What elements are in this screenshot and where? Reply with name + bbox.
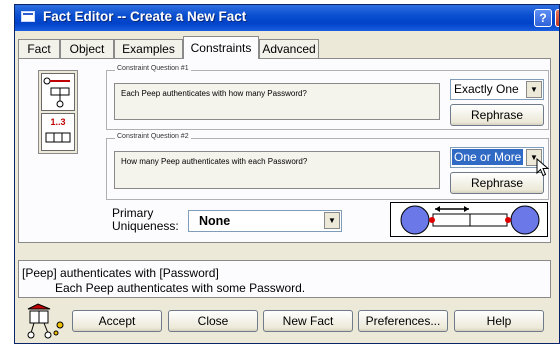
primary-uniqueness-label-line2: Uniqueness: — [112, 219, 179, 233]
fact-type-diagram — [390, 202, 548, 237]
primary-uniqueness-value: None — [199, 214, 231, 228]
tab-advanced[interactable]: Advanced — [259, 39, 319, 58]
close-button[interactable]: Close — [168, 310, 258, 332]
constraint-question-2-answer-select[interactable]: One or More ▼ — [450, 147, 544, 168]
rephrase-2-button[interactable]: Rephrase — [450, 172, 544, 194]
title-bar: Fact Editor -- Create a New Fact ? ✕ — [15, 5, 559, 31]
frequency-constraint-icon[interactable]: 1..3 — [41, 113, 75, 151]
window-icon — [21, 11, 35, 22]
constraint-question-1-answer-select[interactable]: Exactly One ▼ — [450, 79, 544, 100]
constraint-question-1-label: Constraint Question #1 — [115, 65, 191, 72]
constraint-type-panel: 1..3 — [38, 70, 78, 154]
wizard-icon — [26, 303, 68, 342]
frequency-label: 1..3 — [50, 117, 66, 127]
rephrase-1-button[interactable]: Rephrase — [450, 104, 544, 126]
help-icon[interactable]: ? — [534, 9, 552, 27]
tab-object[interactable]: Object — [60, 39, 114, 58]
mouse-cursor-icon — [536, 158, 550, 177]
chevron-down-icon[interactable]: ▼ — [526, 81, 542, 98]
tab-fact[interactable]: Fact — [18, 39, 60, 58]
close-icon[interactable]: ✕ — [555, 9, 559, 27]
constraint-question-2-label: Constraint Question #2 — [115, 133, 191, 140]
help-button[interactable]: Help — [454, 310, 544, 332]
primary-uniqueness-select[interactable]: None ▼ — [188, 210, 342, 232]
constraint-question-2-answer-value: One or More — [452, 149, 524, 165]
preferences-button[interactable]: Preferences... — [358, 310, 448, 332]
chevron-down-icon[interactable]: ▼ — [324, 212, 340, 229]
uniqueness-constraint-icon[interactable] — [41, 73, 75, 111]
constraint-question-2-text: How many Peep authenticates with each Pa… — [114, 151, 440, 189]
verbalization-box: [Peep] authenticates with [Password] Eac… — [18, 260, 551, 298]
constraint-question-1-text: Each Peep authenticates with how many Pa… — [114, 83, 440, 120]
window-title: Fact Editor -- Create a New Fact — [43, 9, 247, 24]
tab-examples[interactable]: Examples — [114, 39, 183, 58]
verbalization-line-2: Each Peep authenticates with some Passwo… — [55, 281, 306, 295]
verbalization-line-1: [Peep] authenticates with [Password] — [22, 266, 219, 280]
accept-button[interactable]: Accept — [72, 310, 162, 332]
new-fact-button[interactable]: New Fact — [263, 310, 353, 332]
tab-constraints[interactable]: Constraints — [183, 36, 259, 59]
constraint-question-1-answer-value: Exactly One — [454, 82, 519, 96]
